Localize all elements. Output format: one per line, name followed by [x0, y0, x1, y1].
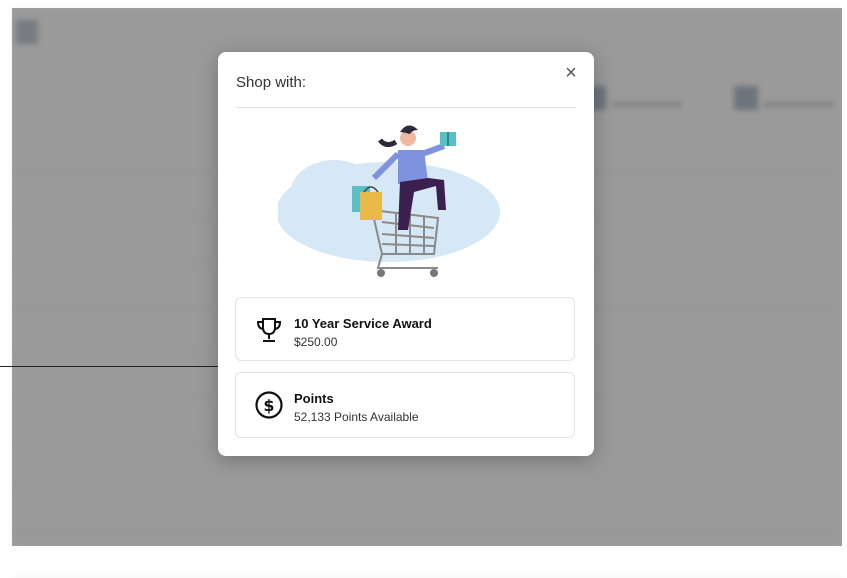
close-icon[interactable]: × [560, 62, 582, 84]
option-amount: $250.00 [294, 335, 338, 349]
points-available: 52,133 Points Available [294, 410, 419, 424]
pointer-arrow-line [0, 366, 232, 367]
dollar-coin-icon: $ [255, 391, 283, 419]
option-name: 10 Year Service Award [294, 316, 432, 331]
trophy-icon [256, 318, 282, 342]
service-award-option[interactable]: 10 Year Service Award $250.00 [235, 297, 575, 361]
shop-with-modal: Shop with: × 10 Year Service Award $250.… [218, 52, 594, 456]
divider [236, 107, 576, 108]
shopping-cart-illustration [278, 125, 500, 277]
svg-text:$: $ [263, 396, 274, 415]
option-name: Points [294, 391, 334, 406]
points-option[interactable]: $ Points 52,133 Points Available [235, 372, 575, 438]
modal-title: Shop with: [236, 74, 307, 91]
